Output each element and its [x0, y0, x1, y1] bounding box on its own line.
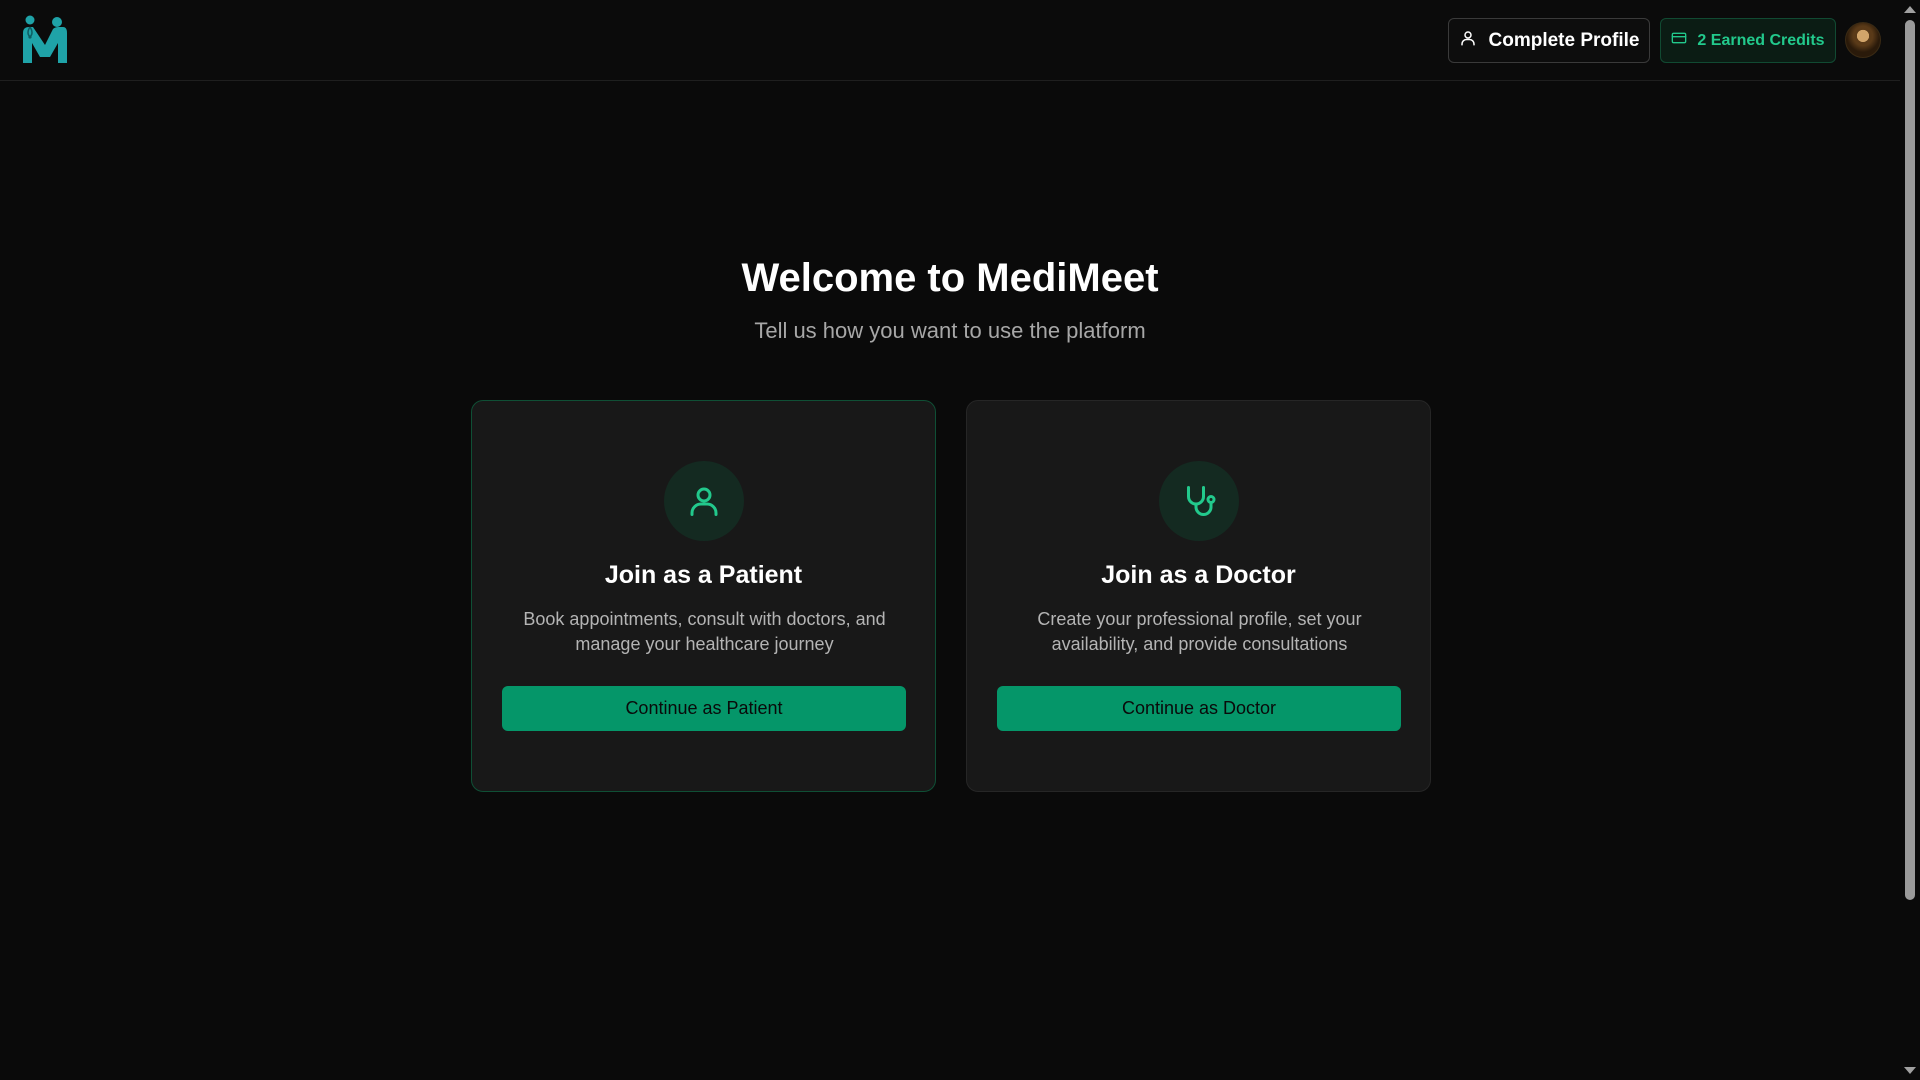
doctor-card-description: Create your professional profile, set yo…: [1037, 609, 1362, 654]
complete-profile-button[interactable]: Complete Profile: [1448, 18, 1650, 63]
complete-profile-label: Complete Profile: [1488, 29, 1640, 51]
credit-card-icon: [1671, 30, 1687, 51]
medimeet-logo-icon[interactable]: [21, 15, 69, 65]
earned-credits-button[interactable]: 2 Earned Credits: [1660, 18, 1836, 63]
continue-as-patient-button[interactable]: Continue as Patient: [502, 686, 906, 731]
patient-role-card[interactable]: Join as a Patient Book appointments, con…: [471, 400, 936, 792]
doctor-card-title: Join as a Doctor: [1101, 561, 1296, 589]
continue-as-doctor-button[interactable]: Continue as Doctor: [997, 686, 1401, 731]
scroll-down-arrow-icon[interactable]: [1904, 1067, 1916, 1074]
earned-credits-label: 2 Earned Credits: [1697, 31, 1825, 49]
user-avatar[interactable]: [1845, 22, 1881, 58]
scroll-up-arrow-icon[interactable]: [1904, 6, 1916, 13]
patient-card-title: Join as a Patient: [604, 561, 803, 589]
user-icon: [664, 461, 744, 541]
page-title: Welcome to MediMeet: [741, 256, 1159, 300]
stethoscope-icon: [1159, 461, 1239, 541]
doctor-role-card[interactable]: Join as a Doctor Create your professiona…: [966, 400, 1431, 792]
page: Complete Profile 2 Earned Credits Welcom…: [0, 0, 1920, 1080]
page-scrollbar[interactable]: [1900, 0, 1920, 1080]
top-nav: Complete Profile 2 Earned Credits: [0, 0, 1900, 81]
user-icon: [1459, 29, 1477, 53]
page-subtitle: Tell us how you want to use the platform: [754, 318, 1146, 343]
patient-card-description: Book appointments, consult with doctors,…: [523, 609, 886, 654]
scrollbar-thumb[interactable]: [1905, 20, 1915, 900]
